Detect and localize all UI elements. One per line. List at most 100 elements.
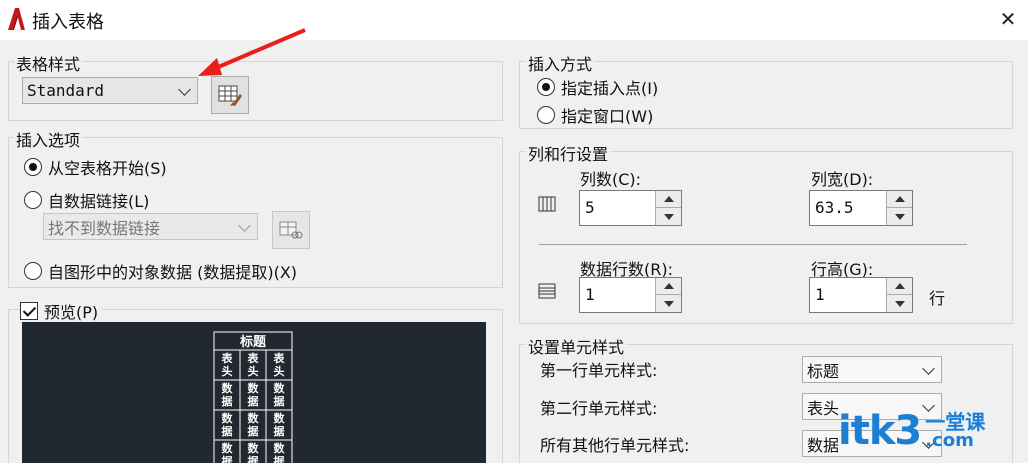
first-row-style-select[interactable]: 标题: [802, 356, 942, 383]
spin-up-button[interactable]: [655, 191, 681, 208]
watermark-text: itk3: [838, 408, 922, 454]
preview-data-text: 数: [222, 411, 234, 425]
preview-data-text: 据: [222, 394, 233, 408]
preview-header-text: 头: [274, 364, 285, 378]
caret-up-icon: [894, 196, 905, 202]
preview-data-text: 数: [222, 441, 234, 455]
watermark-tagline: 一堂课: [925, 410, 986, 434]
row-height-spinner[interactable]: 1: [809, 277, 913, 313]
spin-up-button[interactable]: [886, 278, 912, 295]
preview-header-text: 头: [222, 364, 233, 378]
preview-title-text: 标题: [239, 334, 267, 350]
preview-data-text: 据: [274, 424, 285, 438]
caret-up-icon: [894, 283, 905, 289]
data-link-value: 找不到数据链接: [48, 218, 161, 238]
spin-up-button[interactable]: [886, 191, 912, 208]
watermark-side: 一堂课 .com: [925, 412, 985, 450]
preview-data-text: 据: [222, 424, 233, 438]
data-link-manager-icon: [279, 221, 303, 239]
annotation-arrow: [198, 28, 306, 76]
close-button[interactable]: ✕: [996, 6, 1020, 32]
columns-spinner[interactable]: 5: [579, 190, 682, 226]
column-width-value[interactable]: 63.5: [815, 198, 854, 217]
preview-header-text: 表: [273, 351, 286, 365]
columns-label: 列数(C):: [580, 170, 642, 189]
preview-pane: 标题表头表头表头数据数据数据数据数据数据数据数据数据: [22, 322, 486, 463]
radio-button[interactable]: [24, 158, 42, 176]
radio-button[interactable]: [537, 106, 555, 124]
column-width-label: 列宽(D):: [811, 170, 874, 189]
caret-down-icon: [663, 213, 674, 220]
rows-icon: [538, 283, 556, 299]
table-style-dialog-button[interactable]: [211, 76, 249, 114]
row-height-value[interactable]: 1: [815, 285, 825, 304]
radio-button[interactable]: [24, 191, 42, 209]
second-row-style-label: 第二行单元样式:: [540, 399, 658, 418]
other-rows-style-value: 数据: [807, 435, 840, 455]
data-rows-value[interactable]: 1: [585, 285, 595, 304]
table-style-dialog-icon: [218, 85, 242, 106]
spin-down-button[interactable]: [886, 295, 912, 312]
first-row-style-value: 标题: [807, 361, 840, 381]
watermark-suffix: .com: [925, 430, 974, 451]
chevron-down-icon: [922, 361, 935, 375]
radio-label: 从空表格开始(S): [48, 159, 167, 178]
autocad-logo-icon: [8, 8, 25, 30]
radio-button[interactable]: [24, 262, 42, 280]
preview-data-text: 据: [274, 394, 285, 408]
second-row-style-value: 表头: [807, 398, 840, 418]
preview-header-text: 头: [248, 364, 259, 378]
preview-data-text: 据: [248, 454, 259, 463]
chevron-down-icon: [178, 82, 191, 96]
spin-up-button[interactable]: [655, 278, 681, 295]
preview-data-text: 数: [274, 381, 286, 395]
table-style-legend: 表格样式: [14, 51, 83, 75]
radio-label: 自图形中的对象数据 (数据提取)(X): [48, 263, 298, 282]
insert-options-legend: 插入选项: [14, 127, 83, 151]
preview-checkbox[interactable]: [20, 302, 38, 320]
radio-data-link[interactable]: 自数据链接(L): [24, 188, 149, 212]
columns-value[interactable]: 5: [585, 198, 595, 217]
preview-data-text: 据: [248, 394, 259, 408]
preview-data-text: 数: [274, 441, 286, 455]
preview-header-text: 表: [247, 351, 260, 365]
spin-down-button[interactable]: [655, 208, 681, 225]
preview-data-text: 数: [248, 411, 260, 425]
radio-button[interactable]: [537, 78, 555, 96]
radio-extraction[interactable]: 自图形中的对象数据 (数据提取)(X): [24, 259, 297, 283]
columns-icon: [538, 196, 556, 212]
radio-empty-table[interactable]: 从空表格开始(S): [24, 155, 167, 179]
preview-data-text: 数: [274, 411, 286, 425]
radio-label: 指定插入点(I): [561, 79, 659, 98]
title-bar: 插入表格 ✕: [0, 0, 1028, 40]
preview-label: 预览(P): [44, 303, 99, 322]
other-rows-style-label: 所有其他行单元样式:: [540, 436, 690, 455]
chevron-down-icon: [238, 218, 251, 232]
data-link-manager-button[interactable]: [272, 211, 310, 249]
watermark: itk3 一堂课 .com: [838, 408, 985, 454]
preview-data-text: 数: [248, 441, 260, 455]
radio-label: 指定窗口(W): [561, 107, 654, 126]
table-style-select[interactable]: Standard: [22, 77, 198, 104]
caret-up-icon: [663, 196, 674, 202]
preview-data-text: 数: [248, 381, 260, 395]
radio-window[interactable]: 指定窗口(W): [537, 103, 653, 127]
table-style-value: Standard: [27, 81, 105, 100]
radio-insertion-point[interactable]: 指定插入点(I): [537, 75, 658, 99]
column-width-spinner[interactable]: 63.5: [809, 190, 913, 226]
insert-method-legend: 插入方式: [526, 51, 595, 75]
data-link-select[interactable]: 找不到数据链接: [43, 213, 258, 240]
window-title: 插入表格: [32, 12, 104, 33]
divider: [539, 244, 967, 245]
data-rows-spinner[interactable]: 1: [579, 277, 682, 313]
radio-label: 自数据链接(L): [48, 192, 150, 211]
preview-checkbox-row[interactable]: 预览(P): [20, 299, 103, 323]
preview-data-text: 据: [248, 424, 259, 438]
spin-down-button[interactable]: [655, 295, 681, 312]
spin-down-button[interactable]: [886, 208, 912, 225]
caret-up-icon: [663, 283, 674, 289]
row-height-unit: 行: [929, 289, 946, 308]
preview-table: 标题表头表头表头数据数据数据数据数据数据数据数据数据: [213, 331, 293, 463]
preview-header-text: 表: [221, 351, 234, 365]
preview-data-text: 据: [222, 454, 233, 463]
